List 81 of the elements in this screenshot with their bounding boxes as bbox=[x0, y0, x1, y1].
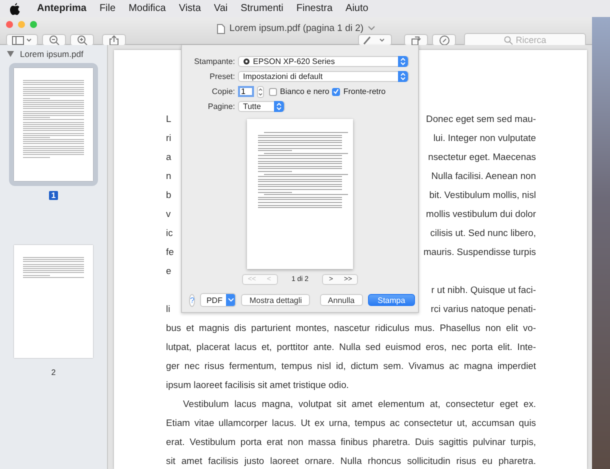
text-line: ger nec risus fermentum, tempus nisl id, dictum sem. Vivamus ac magna imperdiet bbox=[166, 359, 536, 373]
printer-select[interactable]: EPSON XP-620 Series bbox=[238, 56, 409, 67]
checkbox[interactable]: Bianco e nero bbox=[269, 87, 330, 96]
share-button[interactable] bbox=[102, 34, 126, 46]
text-fragment: li bbox=[166, 302, 170, 316]
text-fragment: n bbox=[166, 169, 172, 183]
menu-item[interactable]: Strumenti bbox=[240, 3, 284, 14]
dialog-button[interactable]: Annulla bbox=[320, 294, 363, 306]
menu-item[interactable]: Vai bbox=[214, 3, 228, 14]
updown-arrows-icon bbox=[274, 101, 284, 112]
document-icon bbox=[217, 24, 226, 34]
search-icon bbox=[504, 36, 513, 44]
page-number: 1 bbox=[49, 191, 58, 200]
text-fragment: e bbox=[166, 264, 172, 278]
zoom-out-icon bbox=[48, 34, 60, 46]
copies-field[interactable]: 1 bbox=[238, 86, 254, 97]
zoom-in-button[interactable] bbox=[70, 34, 94, 46]
page-number: 2 bbox=[50, 368, 57, 377]
pdf-menu-button[interactable]: PDF bbox=[200, 293, 236, 307]
apple-logo-icon[interactable] bbox=[10, 2, 20, 14]
share-icon bbox=[109, 34, 119, 46]
close-button[interactable] bbox=[6, 21, 13, 28]
menu-item[interactable]: Aiuto bbox=[346, 3, 368, 14]
text-line: ipsum laoreet facilisis sit amet tristique odio. bbox=[166, 378, 350, 392]
checkmark-icon bbox=[333, 88, 340, 95]
pen-circle-icon bbox=[438, 34, 450, 46]
text-fragment: mauris. Suspendisse turpis bbox=[423, 245, 536, 259]
text-line: Etiam vitae ullamcorper lacus. Ut ex urna, tempus ac consectetur ut, accumsan quis bbox=[166, 416, 536, 430]
page-thumbnail[interactable] bbox=[9, 63, 98, 186]
text-fragment: mollis vestibulum dui dolor bbox=[426, 207, 536, 221]
text-fragment: Nulla facilisi. Aenean non bbox=[431, 169, 536, 183]
menu-item[interactable]: Vista bbox=[178, 3, 201, 14]
menu-item[interactable]: File bbox=[99, 3, 116, 14]
chevron-down-icon bbox=[226, 294, 236, 306]
window-title: Lorem ipsum.pdf (pagina 1 di 2) bbox=[229, 23, 364, 34]
text-fragment: bit. Vestibulum mollis, nisl bbox=[429, 188, 536, 202]
zoom-out-button[interactable] bbox=[42, 34, 66, 46]
markup-button[interactable] bbox=[358, 34, 392, 46]
text-fragment: cilisis ut. Sed nunc libero, bbox=[430, 226, 536, 240]
updown-arrows-icon bbox=[398, 71, 408, 82]
text-fragment: lui. Integer non vulputate bbox=[433, 131, 536, 145]
annotate-button[interactable] bbox=[432, 34, 456, 46]
text-fragment: L bbox=[166, 112, 172, 126]
printer-status-icon bbox=[243, 58, 250, 65]
text-fragment: b bbox=[166, 188, 172, 202]
sidebar-icon bbox=[12, 36, 32, 44]
text-line: Vestibulum lacus magna, volutpat sit amet elementum at, consectetur eget ex. bbox=[182, 397, 536, 411]
document-name[interactable]: Lorem ipsum.pdf bbox=[20, 49, 84, 59]
checkbox[interactable]: Fronte-retro bbox=[332, 87, 386, 96]
field-label: Stampante: bbox=[193, 57, 235, 66]
rotate-button[interactable] bbox=[404, 34, 428, 46]
text-fragment: v bbox=[166, 207, 171, 221]
stepper-icon[interactable] bbox=[257, 86, 264, 98]
app-menu[interactable]: Anteprima bbox=[37, 3, 86, 14]
text-line: bus et magnis dis parturient montes, nascetur ridiculus mus. Phasellus non elit vo- bbox=[166, 321, 536, 335]
rotate-icon bbox=[410, 34, 422, 46]
text-fragment: Donec eget sem sed mau- bbox=[426, 112, 536, 126]
field-label: Copie: bbox=[210, 87, 235, 96]
pages-select[interactable]: Tutte bbox=[238, 101, 285, 112]
disclosure-triangle-icon[interactable] bbox=[7, 51, 14, 57]
sidebar-toggle-button[interactable] bbox=[6, 34, 38, 46]
text-fragment: r ut nibh. Quisque ut faci- bbox=[431, 283, 536, 297]
text-fragment: nsectetur eget. Maecenas bbox=[428, 150, 536, 164]
text-fragment: ic bbox=[166, 226, 173, 240]
text-fragment: ri bbox=[166, 131, 172, 145]
dialog-button[interactable]: Mostra dettagli bbox=[241, 294, 310, 306]
field-label: Preset: bbox=[208, 72, 235, 81]
menu-item[interactable]: Modifica bbox=[128, 3, 166, 14]
menu-item[interactable]: Finestra bbox=[296, 3, 333, 14]
field-label: Pagine: bbox=[206, 102, 235, 111]
text-line: lutpat, placerat lacus et, porttitor ante. Nulla sed euismod eros, nec porta elit. Inte- bbox=[166, 340, 536, 354]
preset-select[interactable]: Impostazioni di default bbox=[238, 71, 409, 82]
text-line: erat. Vestibulum porta erat non massa finibus pharetra. Duis sagittis pulvinar turpis, bbox=[166, 435, 536, 449]
text-fragment: a bbox=[166, 150, 172, 164]
text-line: sit amet facilisis justo laoreet ornare. Nulla rhoncus sollicitudin risus eu pharetra. bbox=[166, 454, 536, 468]
updown-arrows-icon bbox=[398, 56, 408, 67]
zoom-in-icon bbox=[76, 34, 88, 46]
text-fragment: fe bbox=[166, 245, 174, 259]
pen-icon bbox=[363, 36, 387, 44]
text-fragment: rci varius natoque penati- bbox=[430, 302, 536, 316]
chevron-down-icon[interactable] bbox=[368, 26, 375, 31]
